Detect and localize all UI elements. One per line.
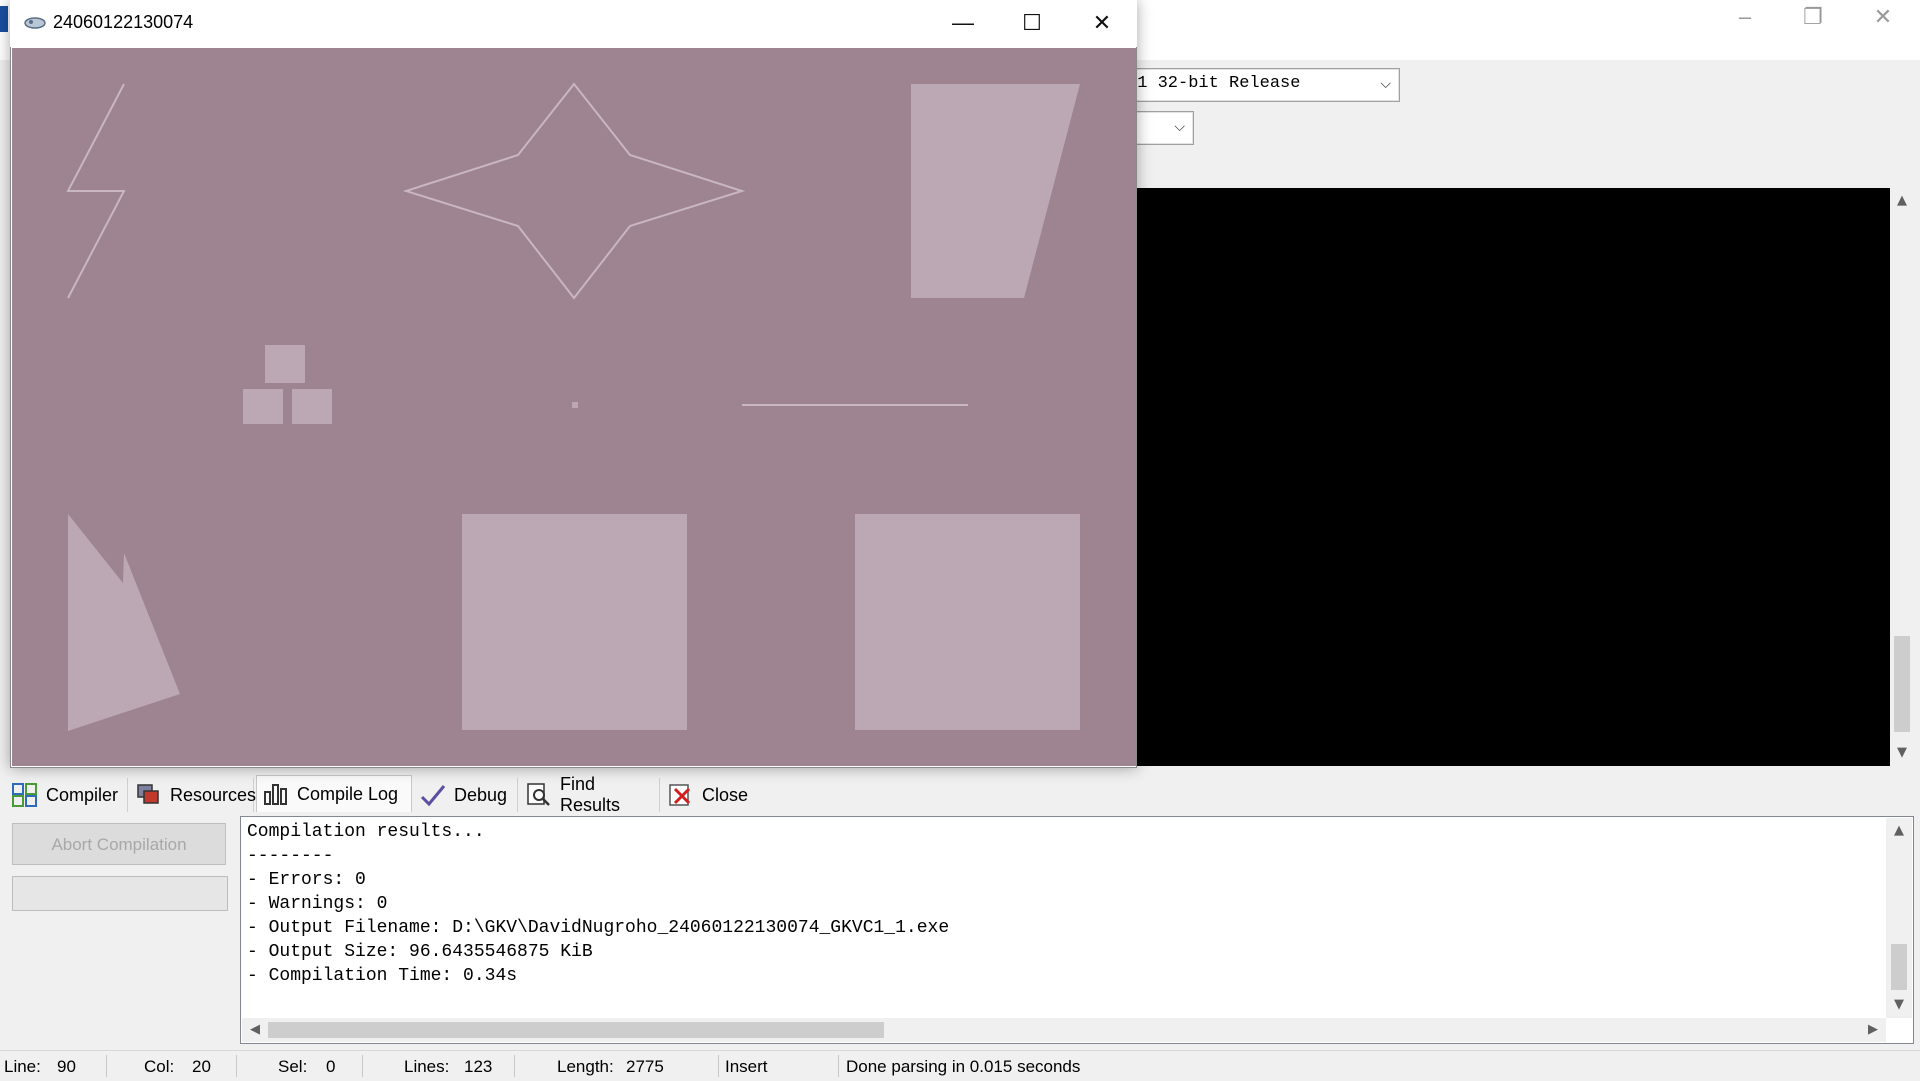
close-red-icon bbox=[668, 783, 694, 807]
log-line: - Warnings: 0 bbox=[247, 894, 388, 914]
scrollbar-thumb[interactable] bbox=[268, 1022, 884, 1038]
scrollbar-thumb[interactable] bbox=[1894, 636, 1910, 732]
ide-restore-button[interactable]: ❐ bbox=[1778, 0, 1848, 36]
scroll-left-icon[interactable]: ◀ bbox=[244, 1019, 266, 1041]
tab-label: Find Results bbox=[560, 774, 621, 815]
bar-chart-icon bbox=[263, 782, 289, 806]
status-sel-value: 0 bbox=[326, 1057, 336, 1076]
find-icon bbox=[526, 783, 552, 807]
status-col-value: 20 bbox=[192, 1057, 211, 1076]
tab-resources[interactable]: Resources bbox=[130, 778, 257, 812]
compiler-select[interactable]: .1 32-bit Release ⌵ bbox=[1120, 68, 1400, 102]
status-separator bbox=[718, 1055, 719, 1077]
square-right-shape bbox=[855, 514, 1080, 730]
log-line: Compilation results... bbox=[247, 822, 485, 842]
app-icon bbox=[24, 14, 46, 29]
status-separator bbox=[362, 1055, 363, 1077]
ide-minimize-button[interactable]: – bbox=[1710, 0, 1780, 36]
compile-log-text: Compilation results... -------- - Errors: … bbox=[247, 820, 949, 988]
status-bar: Line: 90 Col: 20 Sel: 0 Lines: 123 Lengt… bbox=[0, 1050, 1920, 1081]
tab-compile-log[interactable]: Compile Log bbox=[256, 775, 412, 812]
log-horizontal-scrollbar[interactable]: ◀ ▶ bbox=[242, 1018, 1886, 1042]
resources-icon bbox=[136, 783, 162, 807]
scroll-right-icon[interactable]: ▶ bbox=[1862, 1019, 1884, 1041]
minimize-button[interactable]: — bbox=[928, 0, 998, 46]
tab-close[interactable]: Close bbox=[662, 778, 750, 812]
log-line: -------- bbox=[247, 846, 334, 866]
abort-compilation-button[interactable]: Abort Compilation bbox=[12, 823, 226, 865]
log-line: - Output Filename: D:\GKV\DavidNugroho_2… bbox=[247, 918, 950, 938]
log-line: - Compilation Time: 0.34s bbox=[247, 966, 518, 986]
close-button[interactable]: ✕ bbox=[1067, 0, 1137, 46]
status-length-value: 2775 bbox=[626, 1057, 664, 1076]
tab-label: Compile Log bbox=[297, 783, 399, 804]
tab-find-results[interactable]: Find Results bbox=[520, 774, 660, 815]
grid-icon bbox=[12, 783, 38, 807]
scroll-up-icon[interactable]: ▲ bbox=[1888, 820, 1910, 842]
ide-app-icon bbox=[0, 6, 8, 32]
compile-progress-bar bbox=[12, 876, 228, 911]
log-line: - Output Size: 96.6435546875 KiB bbox=[247, 942, 593, 962]
scrollbar-thumb[interactable] bbox=[1891, 944, 1907, 990]
status-separator bbox=[106, 1055, 107, 1077]
tab-debug[interactable]: Debug bbox=[414, 778, 518, 812]
status-sel-label: Sel: bbox=[278, 1057, 308, 1076]
status-message: Done parsing in 0.015 seconds bbox=[846, 1057, 1081, 1076]
maximize-button[interactable]: ☐ bbox=[997, 0, 1067, 46]
status-insert-mode: Insert bbox=[725, 1057, 768, 1076]
scroll-down-icon[interactable]: ▼ bbox=[1888, 994, 1910, 1016]
bottom-tab-bar: Compiler Resources Compile Log Debug Fin… bbox=[0, 774, 1920, 815]
dot-shape bbox=[572, 402, 578, 408]
square-left-shape bbox=[462, 514, 687, 730]
log-vertical-scrollbar[interactable]: ▲ ▼ bbox=[1886, 818, 1912, 1018]
console-scrollbar[interactable]: ▲ ▼ bbox=[1890, 188, 1914, 766]
stacked-square-right bbox=[292, 389, 332, 424]
status-line-label: Line: bbox=[4, 1057, 41, 1076]
chevron-down-icon: ⌵ bbox=[1380, 76, 1391, 92]
tab-compiler[interactable]: Compiler bbox=[6, 778, 128, 812]
console-output[interactable] bbox=[1136, 188, 1890, 766]
status-length-label: Length: bbox=[557, 1057, 614, 1076]
scroll-down-icon[interactable]: ▼ bbox=[1891, 742, 1913, 764]
stacked-square-left bbox=[243, 389, 283, 424]
status-col-label: Col: bbox=[144, 1057, 175, 1076]
tab-label: Resources bbox=[170, 784, 257, 805]
tab-label: Close bbox=[702, 784, 749, 805]
graphics-canvas bbox=[12, 48, 1136, 766]
status-lines-label: Lines: bbox=[404, 1057, 450, 1076]
tab-label: Debug bbox=[454, 784, 508, 805]
check-icon bbox=[420, 783, 446, 807]
scroll-up-icon[interactable]: ▲ bbox=[1891, 190, 1913, 212]
status-separator bbox=[514, 1055, 515, 1077]
status-separator bbox=[838, 1055, 839, 1077]
log-line: - Errors: 0 bbox=[247, 870, 366, 890]
compiler-select-value: .1 32-bit Release bbox=[1127, 74, 1301, 93]
ide-close-button[interactable]: ✕ bbox=[1848, 0, 1918, 36]
stacked-square-top bbox=[265, 345, 305, 383]
status-lines-value: 123 bbox=[464, 1057, 493, 1076]
status-separator bbox=[236, 1055, 237, 1077]
status-line-value: 90 bbox=[57, 1057, 76, 1076]
graphics-window-title: 24060122130074 bbox=[53, 12, 194, 32]
chevron-down-icon: ⌵ bbox=[1174, 119, 1185, 135]
tab-label: Compiler bbox=[46, 784, 119, 805]
